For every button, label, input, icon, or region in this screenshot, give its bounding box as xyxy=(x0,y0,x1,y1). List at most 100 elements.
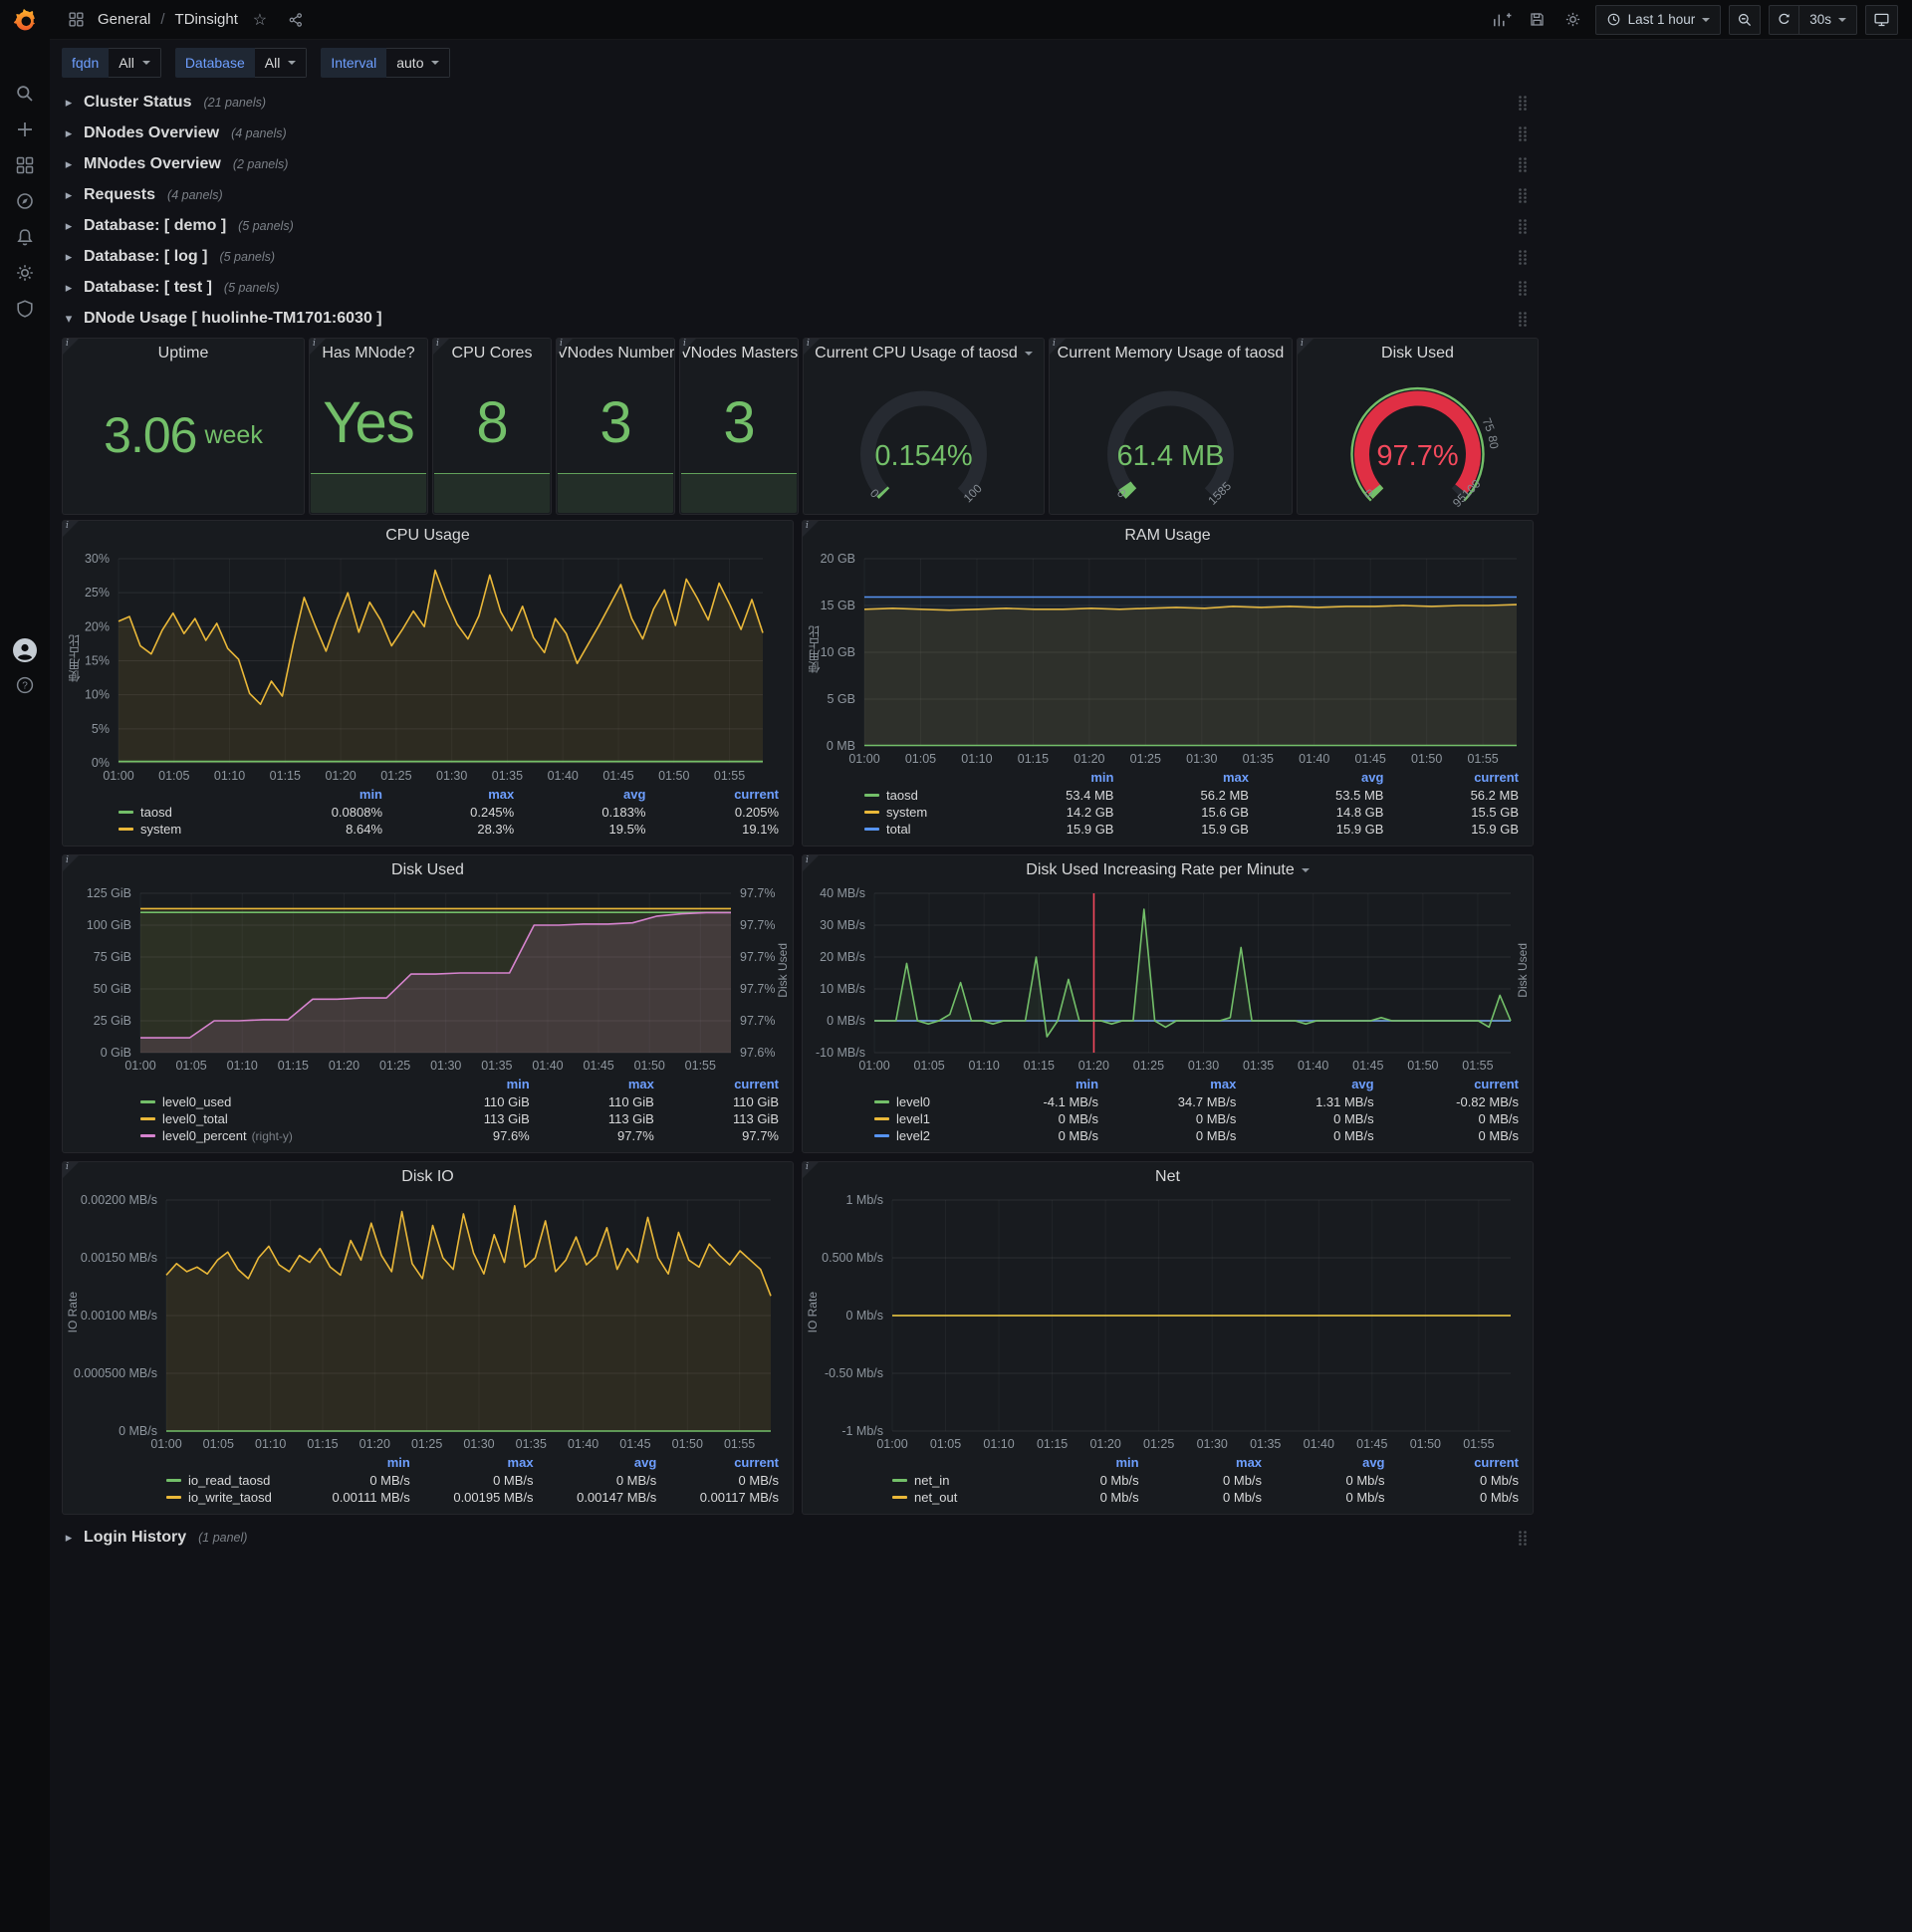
chart-canvas[interactable]: 01:00 01:05 01:10 01:15 01:20 01:25 01:30 01:35… xyxy=(63,885,793,1077)
row-drag-handle[interactable] xyxy=(1518,125,1528,147)
row-requests[interactable]: ▸ Requests (4 panels) xyxy=(62,180,1534,210)
legend-header-min[interactable]: min xyxy=(979,770,1113,787)
cycle-view-mode-button[interactable] xyxy=(1865,4,1898,35)
legend-header-current[interactable]: current xyxy=(1374,1077,1519,1093)
panel-title[interactable]: Has MNode? xyxy=(310,339,427,368)
panel-info-icon[interactable]: i xyxy=(63,855,79,871)
legend-header-current[interactable]: current xyxy=(1385,1455,1519,1472)
save-dashboard-icon[interactable] xyxy=(1524,6,1552,34)
help-icon[interactable]: ? xyxy=(15,675,35,695)
legend-header-avg[interactable]: avg xyxy=(1249,770,1383,787)
panel-title[interactable]: Disk IO xyxy=(63,1162,793,1192)
variable-label[interactable]: Database xyxy=(174,48,255,78)
row-drag-handle[interactable] xyxy=(1518,218,1528,240)
panel-title[interactable]: Current CPU Usage of taosd xyxy=(804,339,1044,368)
legend-series-level0_used[interactable]: level0_used xyxy=(140,1093,405,1110)
legend-series-taosd[interactable]: taosd xyxy=(864,787,979,804)
refresh-button[interactable] xyxy=(1769,4,1800,35)
dashboard-grid-icon[interactable] xyxy=(62,6,90,34)
add-panel-icon[interactable] xyxy=(1488,6,1516,34)
legend-series-level2[interactable]: level2 xyxy=(874,1127,966,1144)
panel-info-icon[interactable]: i xyxy=(63,339,79,355)
panel-info-icon[interactable]: i xyxy=(310,339,326,355)
legend-series-level0_percent[interactable]: level0_percent (right-y) xyxy=(140,1127,405,1144)
panel-info-icon[interactable]: i xyxy=(1298,339,1314,355)
legend-series-net_out[interactable]: net_out xyxy=(892,1489,1016,1506)
row-database-demo-[interactable]: ▸ Database: [ demo ] (5 panels) xyxy=(62,211,1534,241)
chart-canvas[interactable]: 01:00 01:05 01:10 01:15 01:20 01:25 01:30 01:35… xyxy=(63,1192,793,1455)
legend-series-io_write_taosd[interactable]: io_write_taosd xyxy=(166,1489,289,1506)
panel-info-icon[interactable]: i xyxy=(804,339,820,355)
legend-header-max[interactable]: max xyxy=(530,1077,654,1093)
panel-info-icon[interactable]: i xyxy=(803,1162,819,1178)
variable-value-dropdown[interactable]: All xyxy=(254,48,308,78)
row-drag-handle[interactable] xyxy=(1518,1530,1528,1552)
refresh-interval-dropdown[interactable]: 30s xyxy=(1799,4,1857,35)
panel-info-icon[interactable]: i xyxy=(1050,339,1066,355)
legend-series-system[interactable]: system xyxy=(119,821,237,838)
legend-header-min[interactable]: min xyxy=(237,787,382,804)
legend-header-current[interactable]: current xyxy=(656,1455,779,1472)
row-cluster-status[interactable]: ▸ Cluster Status (21 panels) xyxy=(62,88,1534,118)
legend-series-io_read_taosd[interactable]: io_read_taosd xyxy=(166,1472,289,1489)
legend-header-avg[interactable]: avg xyxy=(514,787,645,804)
panel-info-icon[interactable]: i xyxy=(433,339,449,355)
legend-header-current[interactable]: current xyxy=(654,1077,779,1093)
time-range-picker[interactable]: Last 1 hour xyxy=(1594,4,1722,35)
row-login-history[interactable]: ▸ Login History (1 panel) xyxy=(62,1523,1534,1553)
panel-title[interactable]: CPU Cores xyxy=(433,339,551,368)
legend-header-max[interactable]: max xyxy=(382,787,514,804)
panel-title[interactable]: VNodes Masters xyxy=(680,339,798,368)
user-avatar[interactable] xyxy=(12,637,38,663)
legend-header-current[interactable]: current xyxy=(645,787,779,804)
create-plus-icon[interactable] xyxy=(15,120,35,139)
panel-info-icon[interactable]: i xyxy=(63,1162,79,1178)
legend-series-level0[interactable]: level0 xyxy=(874,1093,966,1110)
panel-info-icon[interactable]: i xyxy=(680,339,696,355)
row-dnode-usage[interactable]: ▾ DNode Usage [ huolinhe-TM1701:6030 ] xyxy=(62,304,1534,334)
row-database-log-[interactable]: ▸ Database: [ log ] (5 panels) xyxy=(62,242,1534,272)
alerting-bell-icon[interactable] xyxy=(15,227,35,247)
variable-label[interactable]: fqdn xyxy=(62,48,110,78)
legend-header-avg[interactable]: avg xyxy=(1262,1455,1384,1472)
legend-series-total[interactable]: total xyxy=(864,821,979,838)
legend-header-max[interactable]: max xyxy=(410,1455,534,1472)
breadcrumb-dashboard[interactable]: TDinsight xyxy=(175,11,238,28)
legend-header-max[interactable]: max xyxy=(1098,1077,1236,1093)
legend-header-avg[interactable]: avg xyxy=(1236,1077,1373,1093)
chart-canvas[interactable]: 01:00 01:05 01:10 01:15 01:20 01:25 01:30 01:35… xyxy=(803,551,1533,770)
server-admin-shield-icon[interactable] xyxy=(15,299,35,319)
panel-title[interactable]: Uptime xyxy=(63,339,304,368)
chart-canvas[interactable]: 01:00 01:05 01:10 01:15 01:20 01:25 01:30 01:35… xyxy=(63,551,793,787)
legend-header-max[interactable]: max xyxy=(1113,770,1249,787)
star-icon[interactable]: ☆ xyxy=(246,6,274,34)
legend-series-level1[interactable]: level1 xyxy=(874,1110,966,1127)
legend-series-taosd[interactable]: taosd xyxy=(119,804,237,821)
legend-header-avg[interactable]: avg xyxy=(534,1455,656,1472)
panel-info-icon[interactable]: i xyxy=(557,339,573,355)
share-icon[interactable] xyxy=(282,6,310,34)
legend-header-min[interactable]: min xyxy=(966,1077,1098,1093)
panel-info-icon[interactable]: i xyxy=(63,521,79,537)
legend-header-max[interactable]: max xyxy=(1139,1455,1262,1472)
variable-value-dropdown[interactable]: auto xyxy=(386,48,451,78)
row-database-test-[interactable]: ▸ Database: [ test ] (5 panels) xyxy=(62,273,1534,303)
panel-title[interactable]: Disk Used Increasing Rate per Minute xyxy=(803,855,1533,885)
variable-label[interactable]: Interval xyxy=(321,48,387,78)
explore-compass-icon[interactable] xyxy=(15,191,35,211)
configuration-gear-icon[interactable] xyxy=(15,263,35,283)
legend-series-system[interactable]: system xyxy=(864,804,979,821)
row-drag-handle[interactable] xyxy=(1518,95,1528,117)
row-drag-handle[interactable] xyxy=(1518,187,1528,209)
legend-header-min[interactable]: min xyxy=(405,1077,530,1093)
panel-info-icon[interactable]: i xyxy=(803,855,819,871)
variable-value-dropdown[interactable]: All xyxy=(109,48,161,78)
row-drag-handle[interactable] xyxy=(1518,311,1528,333)
legend-header-min[interactable]: min xyxy=(289,1455,410,1472)
panel-title[interactable]: Disk Used xyxy=(63,855,793,885)
panel-title[interactable]: Disk Used xyxy=(1298,339,1538,368)
chart-canvas[interactable]: 01:00 01:05 01:10 01:15 01:20 01:25 01:30 01:35… xyxy=(803,1192,1533,1455)
row-drag-handle[interactable] xyxy=(1518,156,1528,178)
legend-series-net_in[interactable]: net_in xyxy=(892,1472,1016,1489)
row-drag-handle[interactable] xyxy=(1518,249,1528,271)
